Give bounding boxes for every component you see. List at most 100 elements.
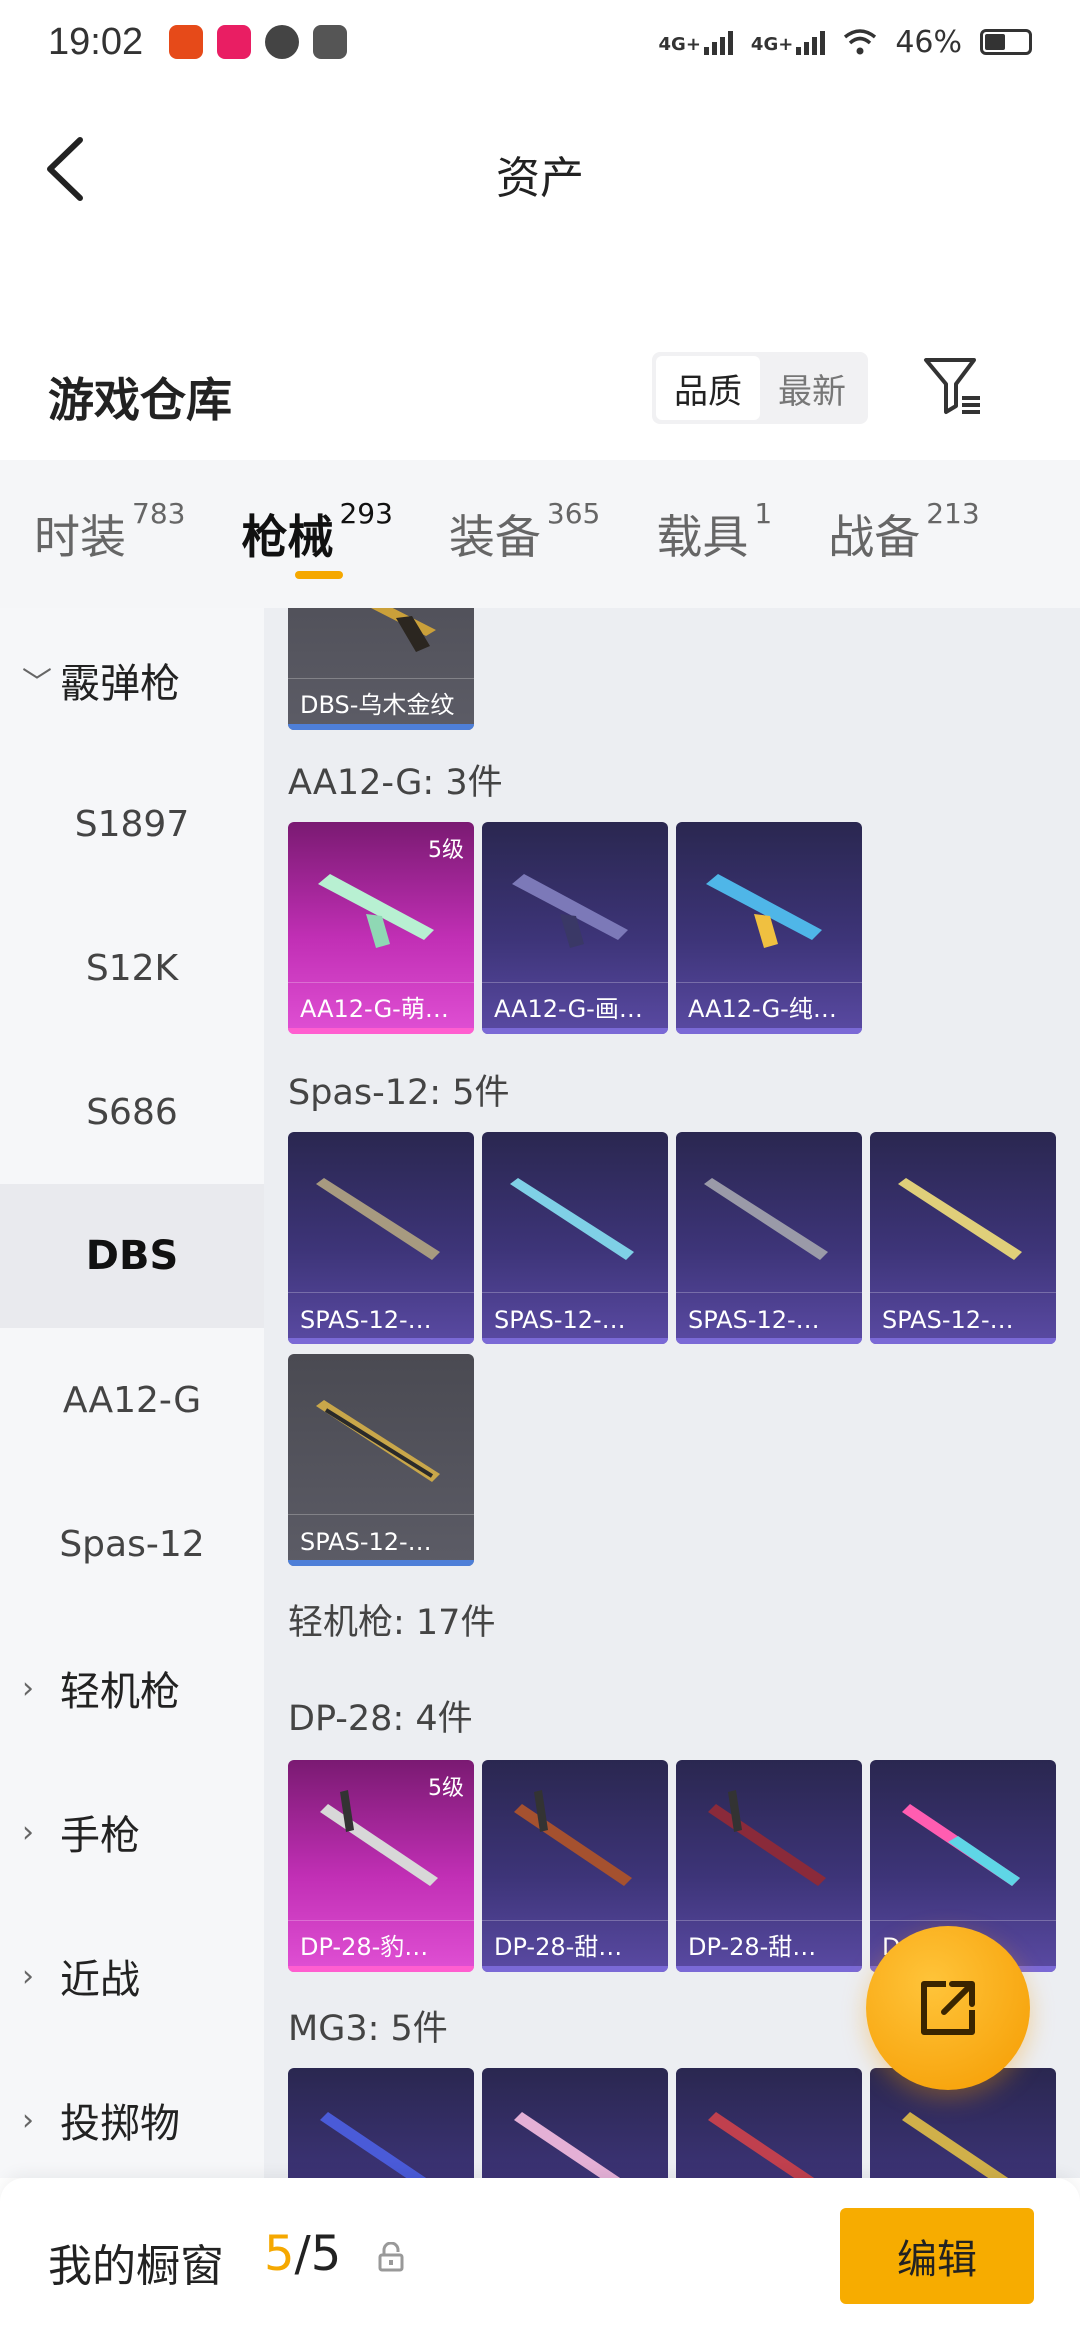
category-lmg[interactable]: › 轻机枪 bbox=[0, 1616, 264, 1760]
machine-gun-icon bbox=[708, 2112, 815, 2178]
category-pistol[interactable]: › 手枪 bbox=[0, 1760, 264, 1904]
machine-gun-icon bbox=[514, 2112, 621, 2178]
weapon-name: SPAS-12-… bbox=[882, 1306, 1014, 1334]
category-melee[interactable]: › 近战 bbox=[0, 1904, 264, 2048]
weapon-card[interactable] bbox=[482, 2068, 668, 2178]
showcase-total: 5 bbox=[310, 2226, 342, 2282]
category-label: DBS bbox=[85, 1233, 179, 1279]
category-aa12g[interactable]: AA12-G bbox=[0, 1328, 264, 1472]
weapon-name: DBS-乌木金纹 bbox=[300, 691, 455, 719]
category-label: S1897 bbox=[74, 803, 190, 845]
tab-count: 213 bbox=[926, 497, 980, 530]
weapon-card[interactable] bbox=[288, 2068, 474, 2178]
category-shotgun[interactable]: ﹀ 霰弹枪 bbox=[0, 608, 264, 752]
weapon-category-list: ﹀ 霰弹枪 S1897 S12K S686 DBS AA12-G Spas-12… bbox=[0, 608, 264, 2178]
chevron-down-icon: ﹀ bbox=[22, 666, 52, 701]
tab-count: 365 bbox=[546, 497, 601, 530]
weapon-card[interactable]: SPAS-12-… bbox=[288, 1132, 474, 1344]
showcase-separator: / bbox=[294, 2226, 311, 2282]
filter-icon[interactable] bbox=[920, 354, 984, 418]
category-s1897[interactable]: S1897 bbox=[0, 752, 264, 896]
category-s12k[interactable]: S12K bbox=[0, 896, 264, 1040]
app-notification-icon bbox=[265, 25, 300, 59]
weapon-name: DP-28-豹… bbox=[300, 1933, 429, 1961]
weapon-card[interactable]: SPAS-12-… bbox=[288, 1354, 474, 1566]
tab-gear[interactable]: 战备 213 bbox=[828, 497, 979, 567]
weapon-card[interactable]: AA12-G-纯… bbox=[676, 822, 862, 1034]
lock-icon bbox=[378, 2242, 404, 2272]
wifi-icon bbox=[844, 29, 877, 55]
category-label: S12K bbox=[85, 947, 179, 989]
signal-icon: 4G+ bbox=[750, 29, 826, 55]
tab-count: 293 bbox=[339, 497, 393, 530]
signal-label: 4G+ bbox=[750, 34, 794, 55]
weapon-card[interactable]: SPAS-12-… bbox=[482, 1132, 668, 1344]
app-notification-icon bbox=[217, 25, 252, 59]
category-s686[interactable]: S686 bbox=[0, 1040, 264, 1184]
battery-percent: 46% bbox=[895, 24, 962, 60]
machine-gun-icon bbox=[320, 1790, 438, 1886]
edit-button[interactable]: 编辑 bbox=[840, 2208, 1034, 2304]
weapon-card[interactable]: 5级 DP-28-豹… bbox=[288, 1760, 474, 1972]
weapon-name: DP-28-甜… bbox=[688, 1933, 817, 1961]
weapon-card[interactable] bbox=[676, 2068, 862, 2178]
page-title: 资产 bbox=[496, 153, 584, 204]
showcase-current: 5 bbox=[264, 2226, 295, 2282]
category-label: AA12-G bbox=[62, 1379, 202, 1421]
weapon-card[interactable]: AA12-G-画… bbox=[482, 822, 668, 1034]
signal-label: 4G+ bbox=[658, 34, 701, 55]
app-notification-icon bbox=[169, 25, 204, 59]
category-label: S686 bbox=[86, 1091, 178, 1133]
showcase-bar: 我的橱窗 5/5 编辑 bbox=[0, 2178, 1080, 2340]
weapon-card[interactable]: DP-28-甜… bbox=[676, 1760, 862, 1972]
shotgun-icon bbox=[704, 1178, 828, 1260]
tab-firearms[interactable]: 枪械 293 bbox=[241, 497, 393, 579]
sort-option-quality[interactable]: 品质 bbox=[656, 356, 760, 420]
tab-equipment[interactable]: 装备 365 bbox=[448, 497, 600, 567]
weapon-name: AA12-G-萌… bbox=[300, 995, 449, 1023]
header: 资产 bbox=[0, 84, 1080, 254]
warehouse-title: 游戏仓库 bbox=[48, 373, 232, 427]
category-label: Spas-12 bbox=[59, 1523, 205, 1565]
share-icon bbox=[921, 1981, 975, 2035]
group-title-mg3: MG3: 5件 bbox=[288, 2009, 448, 2049]
signal-icon: 4G+ bbox=[659, 29, 733, 55]
tab-label: 枪械 bbox=[241, 510, 334, 564]
weapon-card[interactable]: SPAS-12-… bbox=[676, 1132, 862, 1344]
tab-vehicles[interactable]: 载具 1 bbox=[656, 497, 772, 567]
group-title-spas12: Spas-12: 5件 bbox=[288, 1073, 510, 1113]
category-spas12[interactable]: Spas-12 bbox=[0, 1472, 264, 1616]
category-label: 投掷物 bbox=[60, 2101, 180, 2147]
group-title-aa12g: AA12-G: 3件 bbox=[288, 763, 503, 803]
tab-count: 783 bbox=[132, 497, 186, 530]
shotgun-icon bbox=[510, 1178, 634, 1260]
shotgun-icon bbox=[371, 608, 436, 652]
tab-fashion[interactable]: 时装 783 bbox=[34, 497, 185, 567]
category-dbs[interactable]: DBS bbox=[0, 1184, 264, 1328]
machine-gun-icon bbox=[320, 2112, 427, 2178]
sort-option-newest[interactable]: 最新 bbox=[760, 356, 864, 420]
shotgun-icon bbox=[316, 1400, 440, 1482]
category-label: 手枪 bbox=[60, 1813, 140, 1859]
shotgun-icon bbox=[316, 1178, 440, 1260]
status-bar: 19:02 4G+ 4G+ 46% bbox=[0, 0, 1080, 84]
machine-gun-icon bbox=[902, 1804, 1020, 1886]
status-app-icons bbox=[169, 25, 348, 59]
category-throwable[interactable]: › 投掷物 bbox=[0, 2048, 264, 2192]
chevron-right-icon: › bbox=[22, 1670, 34, 1706]
tab-label: 战备 bbox=[828, 510, 921, 564]
rifle-icon bbox=[706, 874, 822, 948]
weapon-name: SPAS-12-… bbox=[494, 1306, 626, 1334]
weapon-card[interactable]: SPAS-12-… bbox=[870, 1132, 1056, 1344]
share-button[interactable] bbox=[866, 1926, 1030, 2090]
weapon-card[interactable]: DP-28-甜… bbox=[482, 1760, 668, 1972]
rifle-icon bbox=[512, 874, 628, 948]
app-notification-icon bbox=[313, 25, 348, 59]
weapon-name: AA12-G-纯… bbox=[688, 995, 837, 1023]
weapon-card[interactable]: 5级 AA12-G-萌… bbox=[288, 822, 474, 1034]
weapon-card[interactable]: DBS-乌木金纹 bbox=[288, 608, 474, 730]
status-time: 19:02 bbox=[48, 20, 144, 63]
tab-label: 装备 bbox=[448, 510, 541, 564]
tab-label: 载具 bbox=[656, 510, 749, 564]
showcase-count: 5/5 bbox=[264, 2226, 341, 2282]
